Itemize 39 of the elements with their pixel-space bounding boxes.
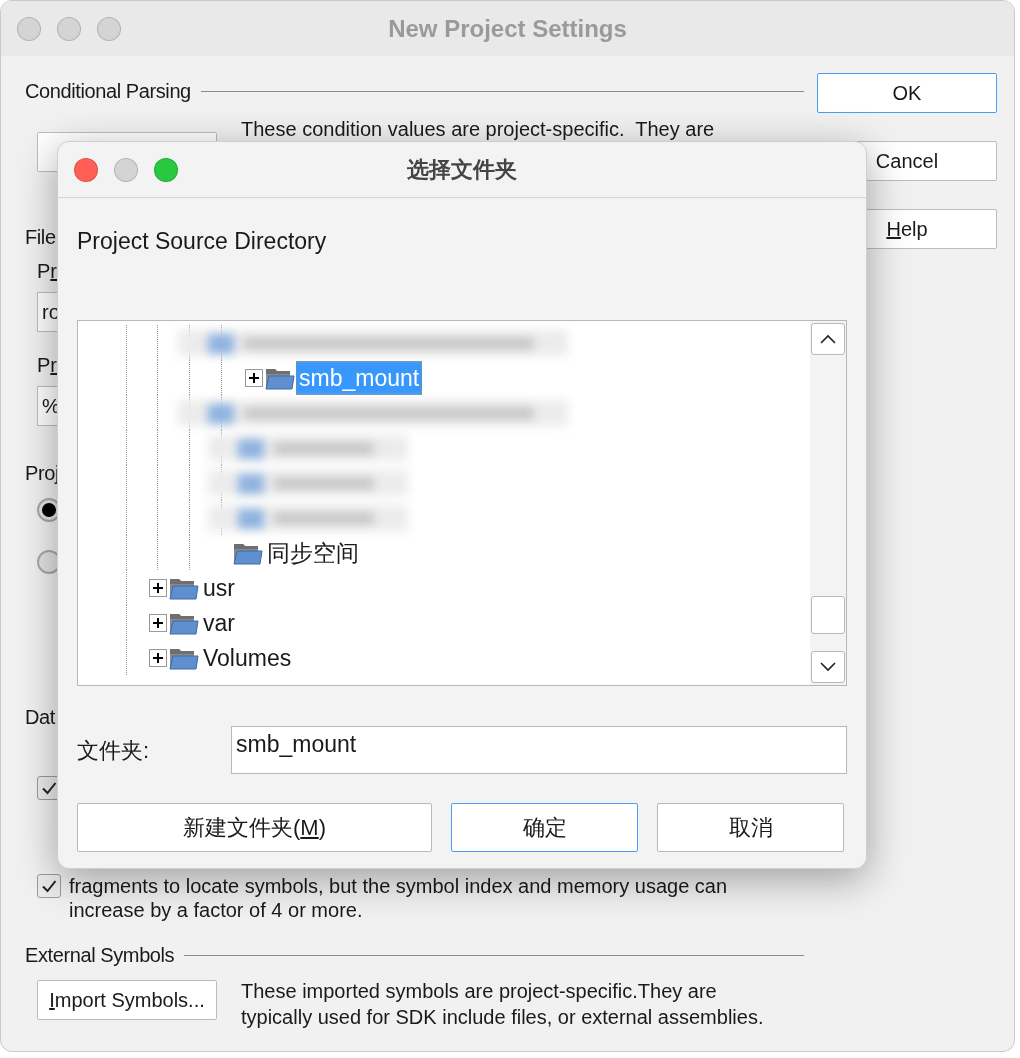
close-button[interactable] [74,157,98,182]
field-label: 文件夹: [77,736,151,765]
prompt-text: Project Source Directory [77,227,328,254]
scrollbar-thumb[interactable] [811,596,845,634]
import-symbols-button[interactable]: Import Symbols... [37,980,217,1020]
zoom-button[interactable] [154,157,178,182]
zoom-button[interactable] [97,16,121,41]
minimize-button[interactable] [57,16,81,41]
close-button[interactable] [17,16,41,41]
dialog-button[interactable]: OK [817,73,997,113]
dialog-button[interactable]: 确定 [451,803,638,852]
folder-name-field[interactable]: smb_mount [231,726,847,774]
tree-item[interactable]: Volumes [201,641,294,674]
section-heading: External Symbols [25,943,175,968]
field-label: Pr [37,259,57,284]
minimize-button[interactable] [114,157,138,182]
chevron-up-icon [820,334,836,344]
description-text: These imported symbols are project-specific.They are [241,979,718,1004]
field-label: Pr [37,353,57,378]
section-heading: Dat [25,705,55,730]
section-heading: File [25,225,56,250]
tree-item[interactable]: var [201,606,237,639]
dialog-button[interactable]: 新建文件夹(M) [77,803,432,852]
description-text: These condition values are project-specific. They are [241,117,715,142]
scroll-up-button[interactable] [811,323,845,355]
window-title: New Project Settings [388,14,627,42]
checkbox-text: increase by a factor of 4 or more. [69,898,364,922]
section-heading: Conditional Parsing [25,79,191,104]
description-text: typically used for SDK include files, or external assemblies. [241,1005,764,1030]
tree-item[interactable]: 同步空间 [265,536,361,569]
checkbox-text: fragments to locate symbols, but the symbol index and memory usage can [69,874,728,898]
folder-tree[interactable]: smb_mount 同步空间 usr var Volumes [77,320,847,686]
chevron-down-icon [820,662,836,672]
dialog-title: 选择文件夹 [407,157,517,182]
tree-item[interactable]: usr [201,571,237,604]
scrollbar[interactable] [810,321,846,685]
scroll-down-button[interactable] [811,651,845,683]
checkbox[interactable] [37,874,61,898]
dialog-button[interactable]: 取消 [657,803,844,852]
